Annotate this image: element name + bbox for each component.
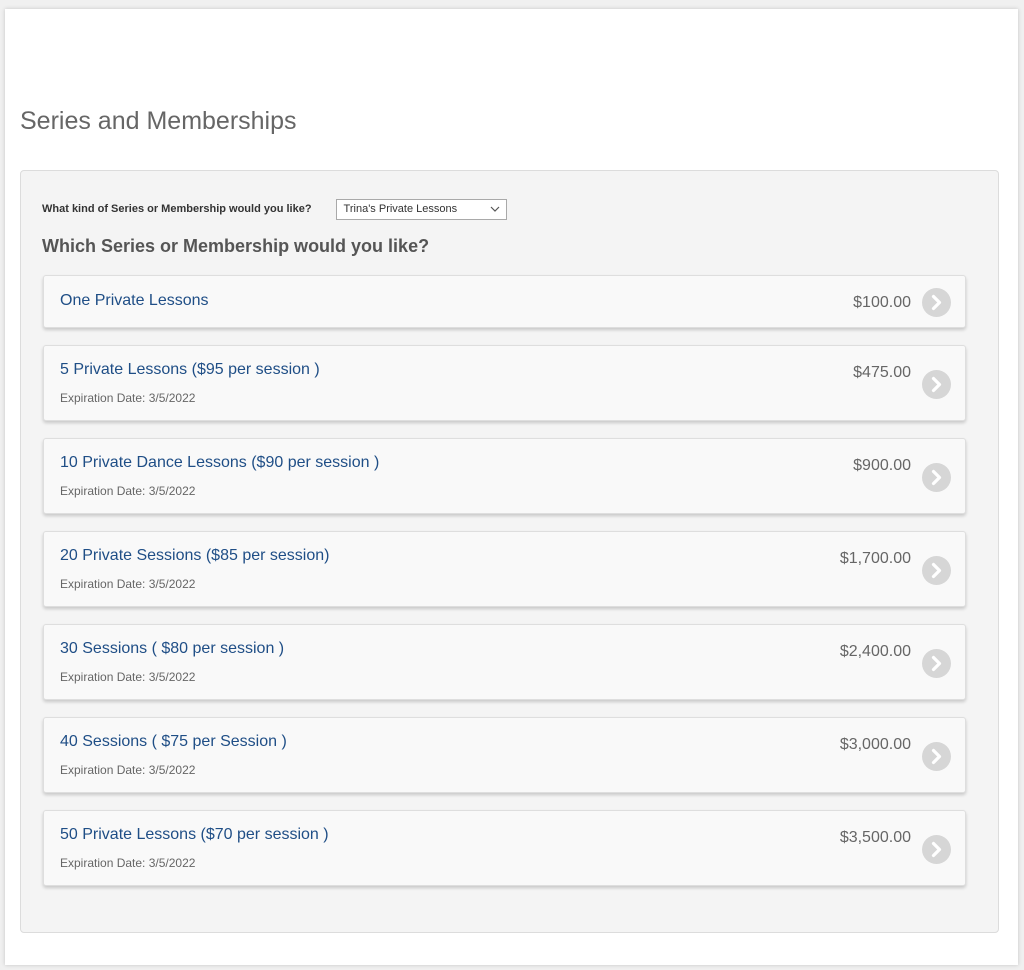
series-item[interactable]: One Private Lessons $100.00 [43, 275, 966, 328]
series-item-price: $1,700.00 [839, 550, 911, 567]
series-list: One Private Lessons $100.00 5 Private Le… [43, 275, 966, 903]
chevron-right-circle-icon[interactable] [922, 556, 951, 585]
page-title: Series and Memberships [20, 107, 297, 135]
kind-select-value: Trina's Private Lessons [343, 202, 458, 215]
series-panel: What kind of Series or Membership would … [20, 170, 999, 933]
series-item[interactable]: 30 Sessions ( $80 per session ) Expirati… [43, 624, 966, 700]
series-item-name[interactable]: 20 Private Sessions ($85 per session) [60, 547, 329, 565]
chevron-right-circle-icon[interactable] [922, 835, 951, 864]
chevron-right-circle-icon[interactable] [922, 370, 951, 399]
series-item-expiration: Expiration Date: 3/5/2022 [60, 763, 196, 777]
series-item-expiration: Expiration Date: 3/5/2022 [60, 484, 196, 498]
series-item-price: $900.00 [853, 457, 911, 474]
chevron-right-circle-icon[interactable] [922, 288, 951, 317]
chevron-right-circle-icon[interactable] [922, 742, 951, 771]
series-item[interactable]: 5 Private Lessons ($95 per session ) Exp… [43, 345, 966, 421]
series-item-name[interactable]: 30 Sessions ( $80 per session ) [60, 640, 284, 658]
series-item-expiration: Expiration Date: 3/5/2022 [60, 856, 196, 870]
chevron-down-icon [490, 203, 500, 215]
section-heading: Which Series or Membership would you lik… [42, 236, 430, 256]
series-item-expiration: Expiration Date: 3/5/2022 [60, 670, 196, 684]
chevron-right-circle-icon[interactable] [922, 463, 951, 492]
series-item[interactable]: 40 Sessions ( $75 per Session ) Expirati… [43, 717, 966, 793]
chevron-right-circle-icon[interactable] [922, 649, 951, 678]
kind-filter-row: What kind of Series or Membership would … [42, 198, 507, 220]
series-item-name[interactable]: 10 Private Dance Lessons ($90 per sessio… [60, 454, 379, 472]
series-item-name[interactable]: 50 Private Lessons ($70 per session ) [60, 826, 329, 844]
series-item-price: $2,400.00 [839, 643, 911, 660]
series-item-price: $3,000.00 [839, 736, 911, 753]
series-item-name[interactable]: 5 Private Lessons ($95 per session ) [60, 361, 320, 379]
series-item-name[interactable]: 40 Sessions ( $75 per Session ) [60, 733, 287, 751]
series-item-expiration: Expiration Date: 3/5/2022 [60, 391, 196, 405]
series-item-price: $475.00 [853, 364, 911, 381]
series-item-expiration: Expiration Date: 3/5/2022 [60, 577, 196, 591]
series-item-name[interactable]: One Private Lessons [60, 292, 209, 310]
kind-filter-label: What kind of Series or Membership would … [42, 203, 312, 215]
series-item-price: $100.00 [853, 294, 911, 311]
series-item-price: $3,500.00 [839, 829, 911, 846]
series-item[interactable]: 10 Private Dance Lessons ($90 per sessio… [43, 438, 966, 514]
series-item[interactable]: 50 Private Lessons ($70 per session ) Ex… [43, 810, 966, 886]
series-item[interactable]: 20 Private Sessions ($85 per session) Ex… [43, 531, 966, 607]
page-container: Series and Memberships What kind of Seri… [5, 9, 1018, 965]
kind-select[interactable]: Trina's Private Lessons [335, 198, 507, 220]
